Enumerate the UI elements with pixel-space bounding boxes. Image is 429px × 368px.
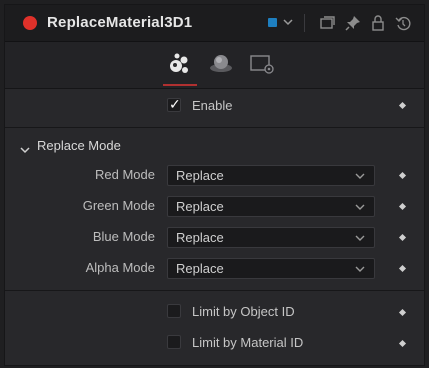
chevron-down-icon [355,204,365,210]
alpha-mode-value: Replace [176,261,224,276]
green-mode-value: Replace [176,199,224,214]
divider [5,290,424,291]
header-divider [304,14,305,32]
blue-mode-dropdown[interactable]: Replace [167,227,375,248]
chevron-down-icon [355,173,365,179]
red-mode-label: Red Mode [95,167,155,182]
section-title[interactable]: Replace Mode [37,138,121,153]
red-mode-keyframe-diamond-icon[interactable] [398,171,407,180]
limit-object-id-keyframe-diamond-icon[interactable] [398,308,407,317]
chevron-down-icon [355,266,365,272]
limit-material-id-checkbox[interactable] [167,335,181,349]
limit-object-id-label: Limit by Object ID [192,304,295,319]
settings-tab-icon[interactable] [247,51,275,77]
color-swatch[interactable] [268,18,277,27]
limit-material-id-keyframe-diamond-icon[interactable] [398,339,407,348]
enable-checkbox[interactable]: ✓ [167,96,181,112]
alpha-mode-label: Alpha Mode [85,260,155,275]
red-mode-dropdown[interactable]: Replace [167,165,375,186]
node-status-dot[interactable] [23,16,37,30]
alpha-mode-dropdown[interactable]: Replace [167,258,375,279]
green-mode-label: Green Mode [82,198,155,213]
limit-material-id-label: Limit by Material ID [192,335,304,350]
blue-mode-label: Blue Mode [92,229,155,244]
enable-label: Enable [192,98,233,113]
pin-icon[interactable] [344,14,362,32]
limit-object-id-checkbox[interactable] [167,304,181,318]
inspector-panel: ReplaceMaterial3D1 ✓ Enable Replace Mode… [4,4,425,366]
section-chevron-down-icon[interactable] [20,142,30,154]
blue-mode-value: Replace [176,230,224,245]
red-mode-value: Replace [176,168,224,183]
lock-icon[interactable] [369,14,387,32]
materials-tab-icon[interactable] [166,51,194,77]
enable-keyframe-diamond-icon[interactable] [398,101,407,110]
blue-mode-keyframe-diamond-icon[interactable] [398,233,407,242]
reset-icon[interactable] [394,14,412,32]
copy-window-icon[interactable] [318,14,336,32]
alpha-mode-keyframe-diamond-icon[interactable] [398,264,407,273]
green-mode-keyframe-diamond-icon[interactable] [398,202,407,211]
swatch-dropdown-chevron-icon[interactable] [281,15,295,29]
sphere-icon[interactable] [207,51,235,77]
node-title: ReplaceMaterial3D1 [47,14,193,31]
active-tab-indicator [163,84,197,86]
inspector-tabs [5,42,424,89]
divider [5,127,424,128]
node-header: ReplaceMaterial3D1 [5,5,424,42]
green-mode-dropdown[interactable]: Replace [167,196,375,217]
checkmark-icon: ✓ [169,96,181,112]
chevron-down-icon [355,235,365,241]
